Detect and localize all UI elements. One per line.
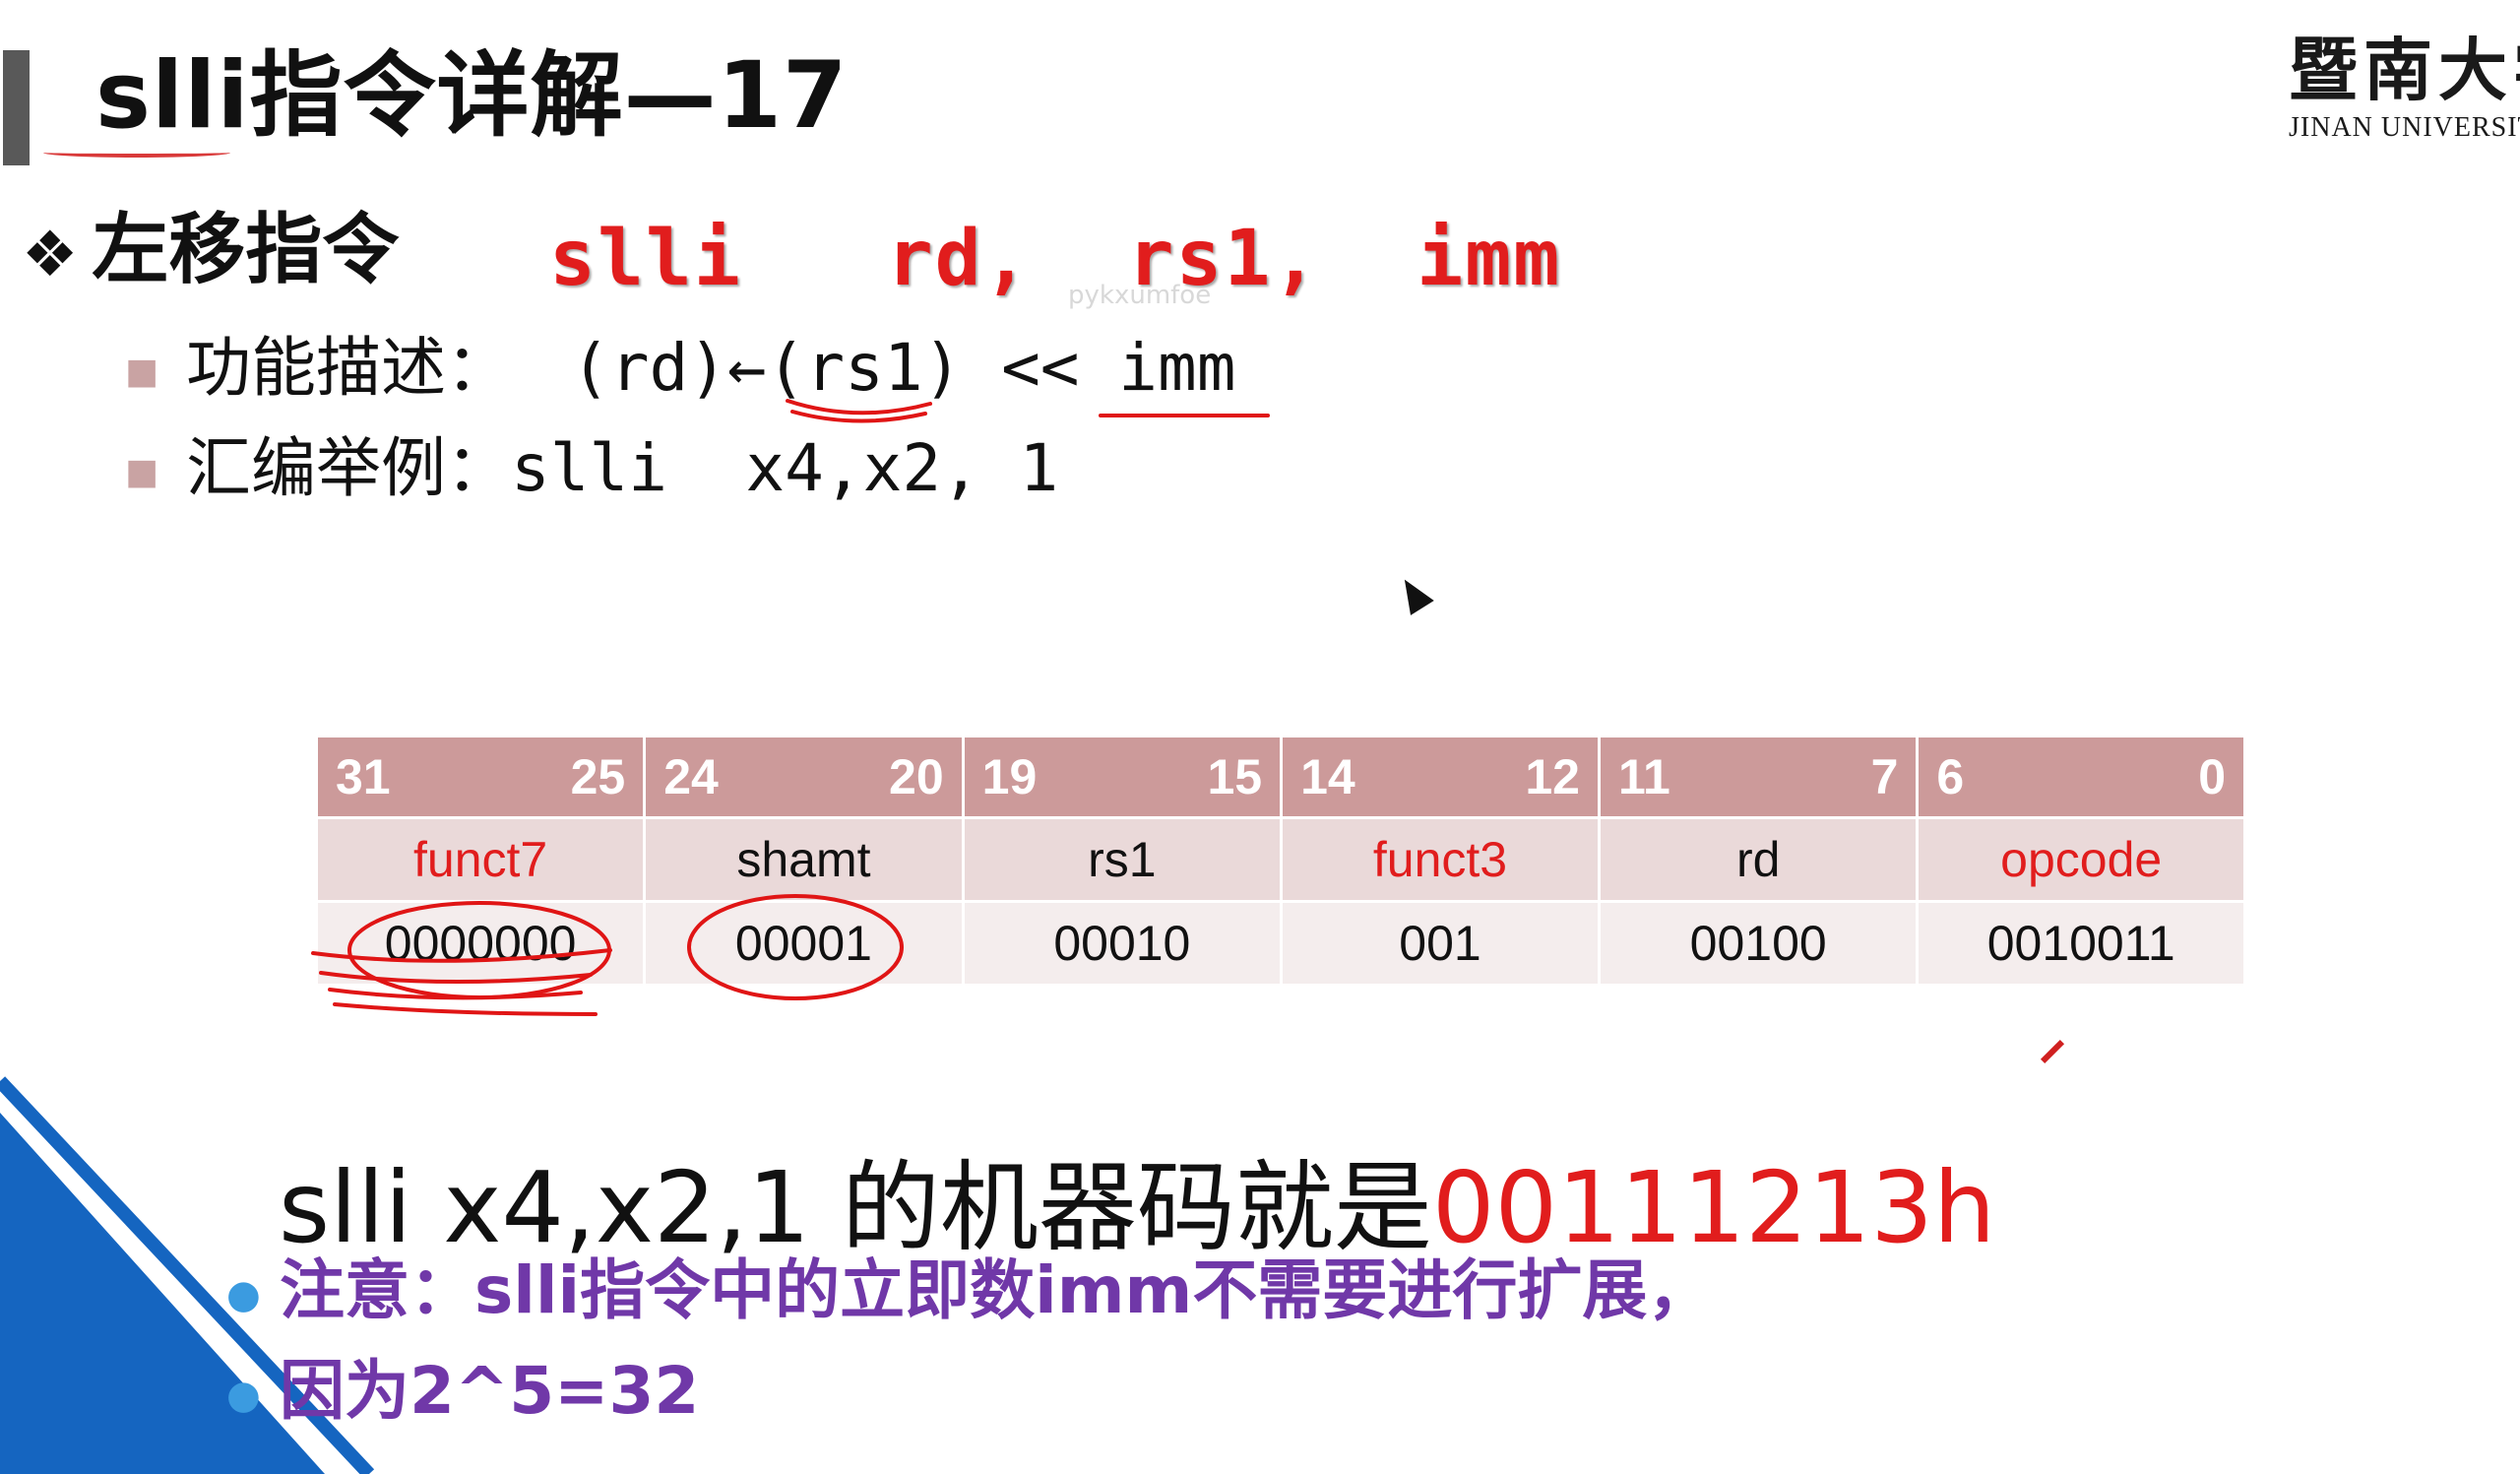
function-description-value: (rd)←(rs1) << imm <box>570 330 1236 406</box>
field-rd: rd <box>1600 819 1917 900</box>
machine-code-statement: slli x4,x2,1 的机器码就是00111213h <box>279 1154 1995 1262</box>
bit-range-row: 31 25 24 20 19 15 14 12 11 7 60 <box>318 737 2243 816</box>
machine-code-value: 00111213h <box>1431 1150 1996 1265</box>
bit-range-cell: 31 25 <box>318 737 644 816</box>
square-bullet-icon: ■ <box>125 452 159 493</box>
dot-bullet-icon: ● <box>226 1372 261 1418</box>
assembly-example: ■ 汇编举例：slli x4,x2, 1 <box>125 430 1059 506</box>
field-funct7: funct7 <box>318 819 644 900</box>
diamond-bullet-icon: ❖ <box>22 219 79 291</box>
field-value-row: 0000000 00001 00010 001 00100 0010011 <box>318 903 2243 984</box>
watermark: pykxumfoe <box>1068 281 1212 310</box>
note-line-2: ● 因为2^5=32 <box>226 1353 700 1429</box>
value-funct7: 0000000 <box>318 903 644 984</box>
value-shamt: 00001 <box>646 903 962 984</box>
main-bullet: ❖ 左移指令 <box>22 206 400 294</box>
instruction-encoding-table: 31 25 24 20 19 15 14 12 11 7 60 funct7 shamt … <box>315 735 2246 987</box>
machine-code-prefix: slli x4,x2,1 的机器码就是 <box>279 1150 1432 1265</box>
instruction-syntax: slli rd, rs1, imm <box>549 215 1562 303</box>
note-text-1: 注意：slli指令中的立即数imm不需要进行扩展， <box>280 1252 1713 1328</box>
bit-range-cell: 60 <box>1919 737 2243 816</box>
function-description-label: 功能描述： <box>186 330 511 406</box>
assembly-example-label: 汇编举例： <box>186 430 511 506</box>
logo-english-name: JINAN UNIVERSITY <box>2289 112 2520 143</box>
bit-range-cell: 14 12 <box>1283 737 1598 816</box>
note-text-2: 因为2^5=32 <box>280 1353 700 1429</box>
value-rs1: 00010 <box>964 903 1281 984</box>
field-rs1: rs1 <box>964 819 1281 900</box>
value-opcode: 0010011 <box>1919 903 2243 984</box>
note-line-1: ● 注意：slli指令中的立即数imm不需要进行扩展， <box>226 1252 1713 1328</box>
square-bullet-icon: ■ <box>125 352 159 393</box>
bit-range-cell: 24 20 <box>646 737 962 816</box>
value-rd: 00100 <box>1600 903 1917 984</box>
bit-range-cell: 19 15 <box>964 737 1281 816</box>
field-opcode: opcode <box>1919 819 2243 900</box>
field-funct3: funct3 <box>1283 819 1598 900</box>
logo-chinese-name: 暨南大学 <box>2289 35 2520 110</box>
value-funct3: 001 <box>1283 903 1598 984</box>
function-description: ■ 功能描述： (rd)←(rs1) << imm <box>125 330 1236 406</box>
title-accent-bar <box>3 50 30 165</box>
university-logo: 暨南大学 JINAN UNIVERSITY <box>2289 35 2520 154</box>
assembly-example-value: slli x4,x2, 1 <box>511 430 1059 506</box>
field-shamt: shamt <box>646 819 962 900</box>
title-annotation-underline <box>43 148 230 158</box>
bit-range-cell: 11 7 <box>1600 737 1917 816</box>
main-bullet-label: 左移指令 <box>92 206 400 294</box>
field-name-row: funct7 shamt rs1 funct3 rd opcode <box>318 819 2243 900</box>
slide-title: slli指令详解—17 <box>95 42 849 150</box>
dot-bullet-icon: ● <box>226 1271 261 1317</box>
